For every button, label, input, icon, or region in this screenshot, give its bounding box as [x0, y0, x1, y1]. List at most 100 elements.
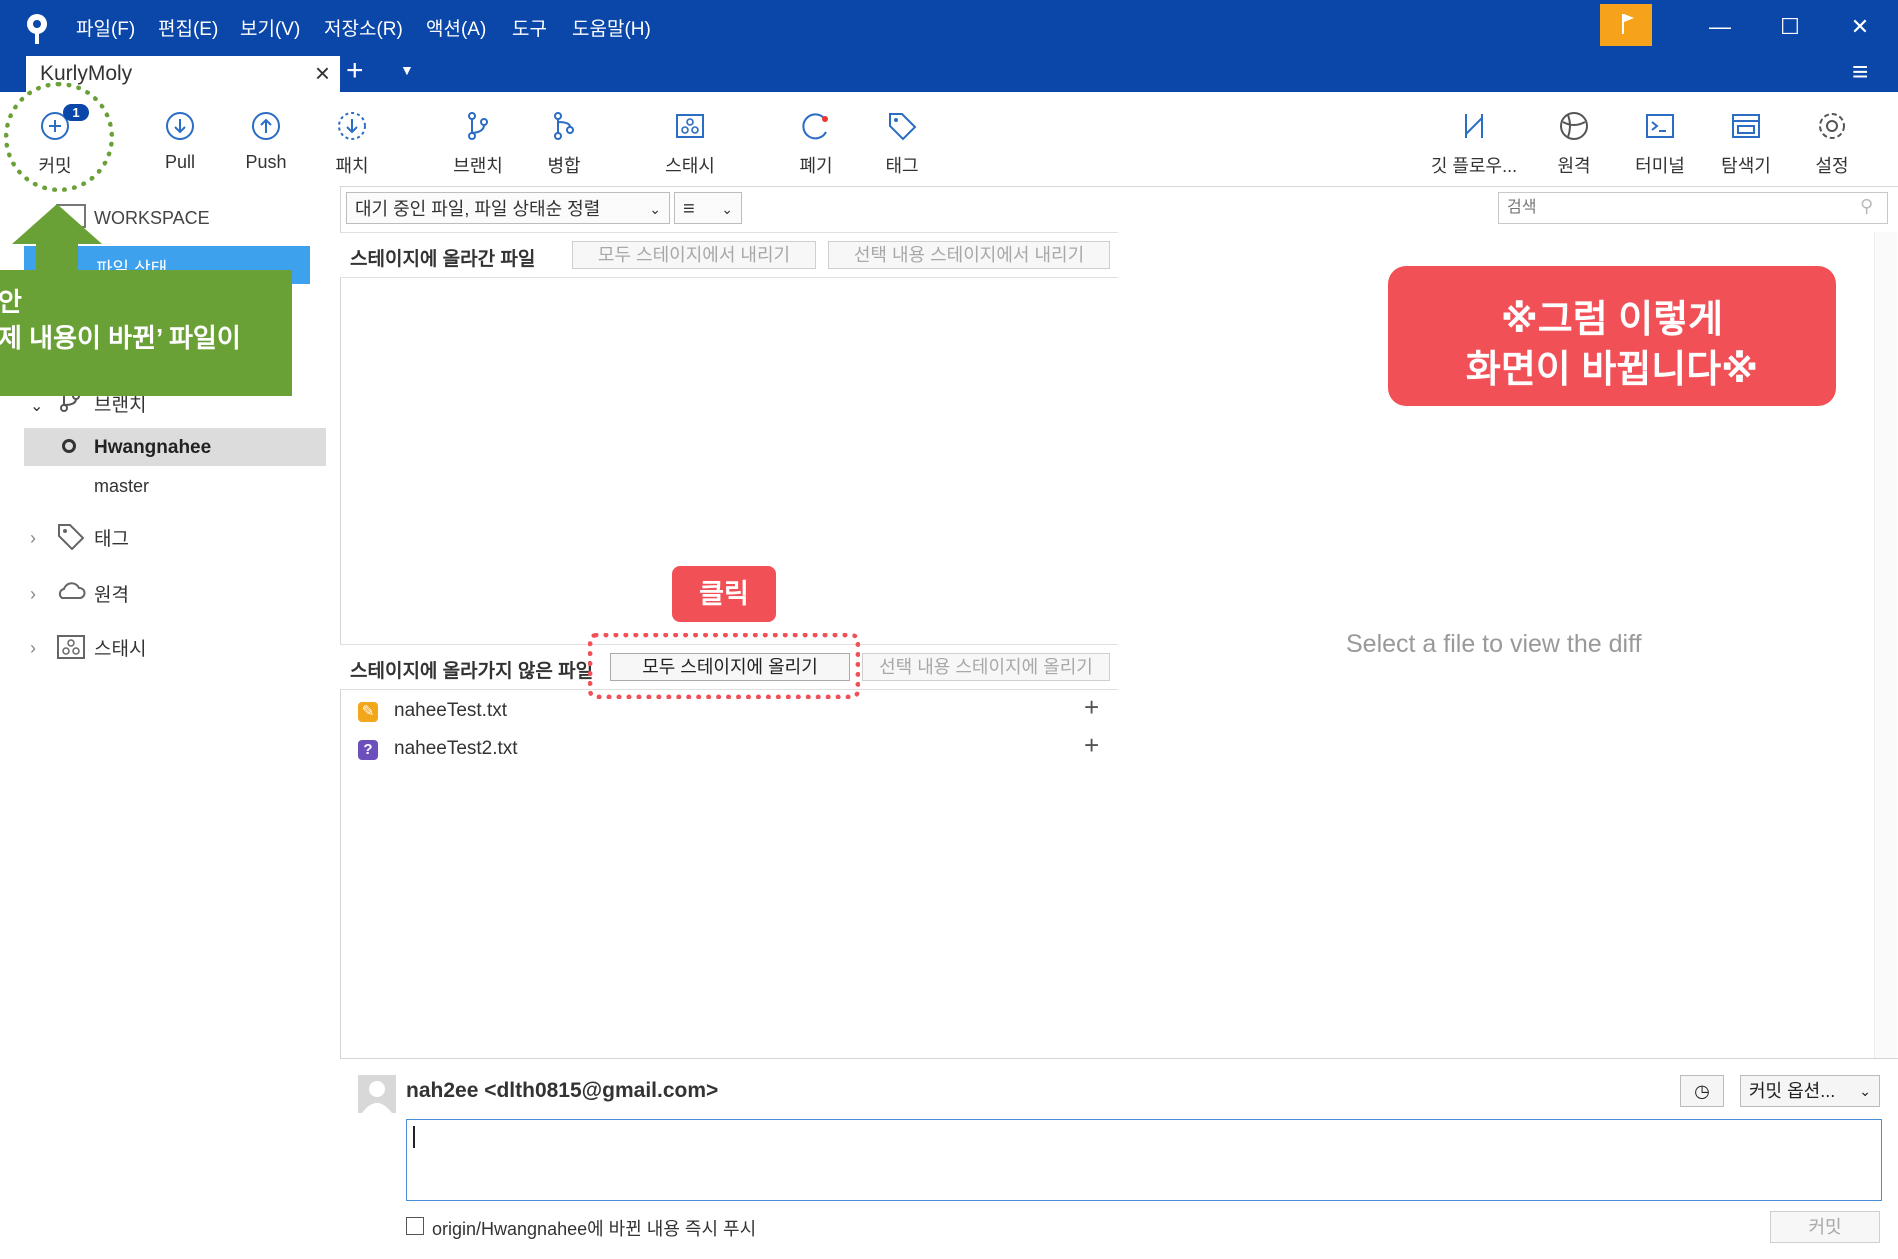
- new-tab-button[interactable]: +: [346, 54, 364, 88]
- explorer-button[interactable]: 탐색기: [1706, 92, 1786, 186]
- tag-button[interactable]: 태그: [862, 92, 942, 186]
- commit-options-dropdown[interactable]: 커밋 옵션... ⌄: [1740, 1075, 1880, 1107]
- diff-placeholder: Select a file to view the diff: [1346, 630, 1642, 658]
- remote-button[interactable]: 원격: [1534, 92, 1614, 186]
- tab-dropdown-icon[interactable]: ▼: [400, 62, 414, 78]
- remotes-header[interactable]: 원격: [94, 580, 129, 607]
- stash-chevron-icon[interactable]: ›: [30, 638, 36, 659]
- unstaged-title: 스테이지에 올라가지 않은 파일: [350, 661, 594, 682]
- list-icon: ≡: [683, 198, 695, 220]
- stash-icon: [676, 114, 704, 138]
- commit-highlight-circle: [4, 82, 114, 192]
- toolbar: 1 커밋 Pull Push 패치 브랜치 병합 스태시 폐기 태그 깃 플로우…: [0, 92, 1898, 187]
- gear-icon: [1819, 113, 1845, 139]
- push-label: Push: [245, 152, 287, 172]
- push-immediately-label: origin/Hwangnahee에 바뀐 내용 즉시 푸시: [432, 1219, 757, 1239]
- tags-header[interactable]: 태그: [94, 524, 129, 551]
- commit-area: nah2ee <dlth0815@gmail.com> ◷ 커밋 옵션... ⌄…: [340, 1058, 1898, 1259]
- terminal-label: 터미널: [1635, 156, 1685, 176]
- chevron-down-icon: ⌄: [649, 201, 661, 217]
- terminal-button[interactable]: 터미널: [1620, 92, 1700, 186]
- patch-icon: [338, 112, 366, 140]
- stash-header[interactable]: 스태시: [94, 634, 146, 661]
- git-flow-button[interactable]: 깃 플로우...: [1431, 92, 1517, 186]
- sourcetree-logo-icon: [24, 12, 50, 46]
- menu-file[interactable]: 파일(F): [76, 14, 135, 41]
- pull-icon: [166, 112, 194, 140]
- git-flow-icon: [1465, 114, 1483, 138]
- terminal-icon: [1646, 114, 1674, 138]
- flag-button[interactable]: [1600, 4, 1652, 46]
- discard-label: 폐기: [799, 156, 833, 176]
- green-arrow-up-icon: [12, 204, 102, 276]
- commit-options-label: 커밋 옵션...: [1749, 1081, 1836, 1101]
- discard-icon: [802, 113, 828, 140]
- chevron-down-icon: ⌄: [721, 201, 733, 217]
- patch-button[interactable]: 패치: [312, 92, 392, 186]
- push-button[interactable]: Push: [226, 92, 306, 186]
- commit-submit-button[interactable]: 커밋: [1770, 1211, 1880, 1243]
- green-callout-line1: 안: [0, 287, 22, 317]
- red-callout-line1: ※그럼 이렇게: [1500, 299, 1724, 341]
- green-callout-line2: 제 내용이 바뀐’ 파일이: [0, 323, 241, 353]
- stage-all-highlight-box: [588, 633, 860, 699]
- stage-selected-button[interactable]: 선택 내용 스테이지에 올리기: [862, 653, 1110, 681]
- menu-edit[interactable]: 편집(E): [158, 14, 218, 41]
- branch-icon: [468, 112, 488, 140]
- branch-chevron-icon[interactable]: ⌄: [30, 396, 43, 416]
- list-item[interactable]: ? naheeTest2.txt +: [340, 730, 1118, 768]
- push-icon: [252, 112, 280, 140]
- git-flow-label: 깃 플로우...: [1430, 156, 1518, 176]
- merge-button[interactable]: 병합: [524, 92, 604, 186]
- commit-history-button[interactable]: ◷: [1680, 1075, 1724, 1107]
- diff-scrollbar[interactable]: [1874, 232, 1897, 1058]
- untracked-file-icon: ?: [358, 740, 378, 760]
- search-icon[interactable]: ⚲: [1860, 196, 1873, 217]
- merge-icon: [554, 112, 574, 140]
- red-callout-line2: 화면이 바뀝니다※: [1465, 349, 1759, 391]
- menu-actions[interactable]: 액션(A): [426, 14, 486, 41]
- settings-label: 설정: [1815, 156, 1849, 176]
- chevron-down-icon: ⌄: [1859, 1083, 1871, 1099]
- unstaged-file-list: ✎ naheeTest.txt + ? naheeTest2.txt +: [340, 688, 1119, 1058]
- globe-icon: [1560, 112, 1588, 140]
- patch-label: 패치: [335, 156, 369, 176]
- menu-repository[interactable]: 저장소(R): [324, 14, 403, 41]
- sort-dropdown[interactable]: 대기 중인 파일, 파일 상태순 정렬 ⌄: [346, 192, 670, 224]
- settings-button[interactable]: 설정: [1792, 92, 1872, 186]
- menu-view[interactable]: 보기(V): [240, 14, 300, 41]
- search-input[interactable]: [1498, 192, 1888, 224]
- merge-label: 병합: [547, 156, 581, 176]
- stage-file-plus-icon[interactable]: +: [1084, 730, 1099, 761]
- discard-button[interactable]: 폐기: [776, 92, 856, 186]
- sidebar-item-branch-master[interactable]: master: [94, 476, 149, 497]
- close-icon[interactable]: ×: [315, 58, 330, 89]
- explorer-label: 탐색기: [1721, 156, 1771, 176]
- commit-message-input[interactable]: [406, 1119, 1882, 1201]
- pull-button[interactable]: Pull: [140, 92, 220, 186]
- text-cursor: [413, 1126, 415, 1148]
- branch-button[interactable]: 브랜치: [438, 92, 518, 186]
- stash-button[interactable]: 스태시: [650, 92, 730, 186]
- hamburger-menu-icon[interactable]: ≡: [1852, 56, 1868, 88]
- close-window-button[interactable]: ✕: [1840, 14, 1880, 40]
- click-callout: 클릭: [672, 566, 776, 622]
- clock-icon: ◷: [1694, 1081, 1710, 1101]
- push-immediately-checkbox[interactable]: [406, 1217, 424, 1235]
- minimize-button[interactable]: —: [1700, 14, 1740, 40]
- sidebar-item-branch-hwangnahee[interactable]: Hwangnahee: [24, 428, 326, 466]
- maximize-button[interactable]: ☐: [1770, 14, 1810, 40]
- view-mode-dropdown[interactable]: ≡ ⌄: [674, 192, 742, 224]
- remote-label: 원격: [1557, 156, 1591, 176]
- remotes-chevron-icon[interactable]: ›: [30, 584, 36, 605]
- stage-file-plus-icon[interactable]: +: [1084, 692, 1099, 723]
- commit-author: nah2ee <dlth0815@gmail.com>: [406, 1079, 719, 1102]
- red-callout: ※그럼 이렇게 화면이 바뀝니다※: [1388, 266, 1836, 406]
- unstage-all-button[interactable]: 모두 스테이지에서 내리기: [572, 241, 816, 269]
- staged-title: 스테이지에 올라간 파일: [350, 249, 536, 270]
- menu-tools[interactable]: 도구: [512, 14, 547, 41]
- unstage-selected-button[interactable]: 선택 내용 스테이지에서 내리기: [828, 241, 1110, 269]
- pull-label: Pull: [164, 152, 195, 172]
- menu-help[interactable]: 도움말(H): [572, 14, 651, 41]
- tags-chevron-icon[interactable]: ›: [30, 528, 36, 549]
